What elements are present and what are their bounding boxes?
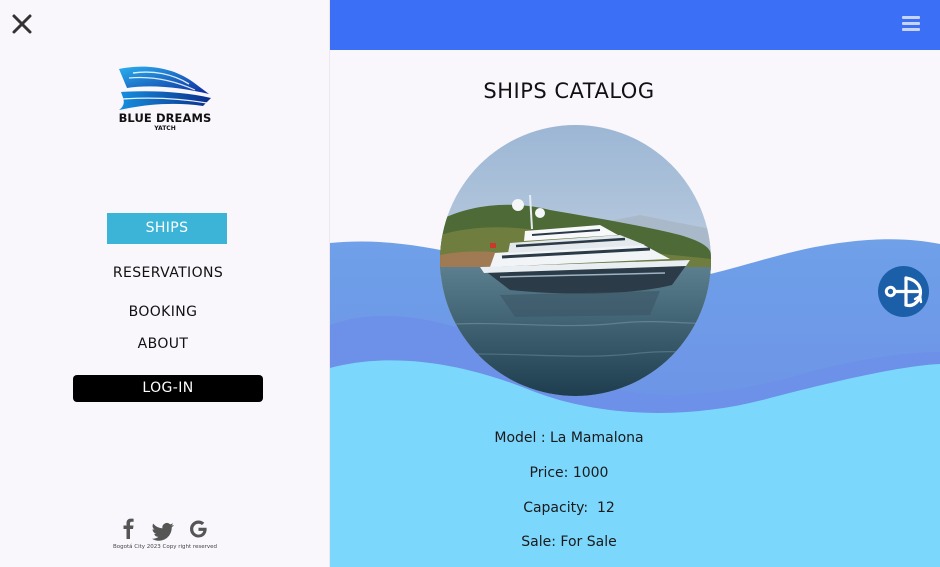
copyright-text: Bogotá City 2023 Copy right reserved <box>112 544 218 550</box>
top-bar <box>330 0 940 50</box>
twitter-icon[interactable] <box>152 521 174 543</box>
close-icon[interactable] <box>10 12 34 36</box>
ship-capacity: Capacity: 12 <box>523 500 615 516</box>
nav-item-about[interactable]: ABOUT <box>100 335 226 353</box>
sidebar: BLUE DREAMS YATCH SHIPS RESERVATIONS BOO… <box>0 0 330 567</box>
nav-item-reservations[interactable]: RESERVATIONS <box>90 264 246 282</box>
brand-logo: BLUE DREAMS YATCH <box>113 64 217 136</box>
ship-model: Model : La Mamalona <box>494 430 644 446</box>
anchor-icon[interactable] <box>878 266 929 317</box>
page-title: SHIPS CATALOG <box>483 79 655 103</box>
nav-item-ships[interactable]: SHIPS <box>107 213 227 244</box>
social-links <box>118 518 214 543</box>
login-button[interactable]: LOG-IN <box>73 375 263 402</box>
app-window: BLUE DREAMS YATCH SHIPS RESERVATIONS BOO… <box>0 0 940 567</box>
hamburger-menu-icon[interactable] <box>902 16 920 32</box>
ship-price: Price: 1000 <box>529 465 609 481</box>
brand-subtitle: YATCH <box>154 125 176 132</box>
nav-item-booking[interactable]: BOOKING <box>100 303 226 321</box>
google-icon[interactable] <box>188 518 209 540</box>
ship-photo <box>440 125 711 396</box>
yacht-logo-icon <box>119 66 211 110</box>
main-content: SHIPS CATALOG Model: La Mamalona Price:… <box>330 0 940 567</box>
brand-name: BLUE DREAMS <box>118 111 212 125</box>
ship-sale-status: Sale: For Sale <box>521 534 617 550</box>
facebook-icon[interactable] <box>122 518 134 540</box>
